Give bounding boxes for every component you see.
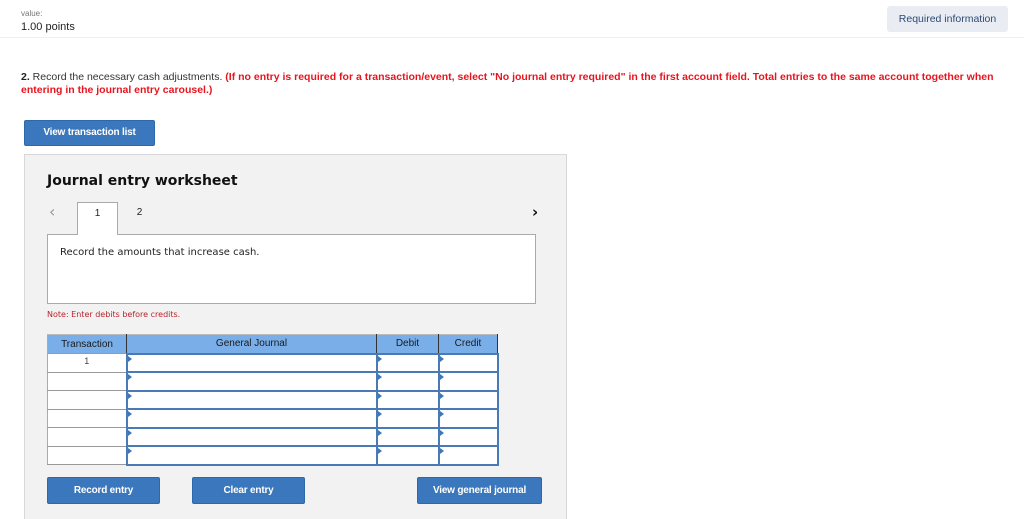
required-information-button[interactable]: Required information [887,6,1008,32]
transaction-cell [47,390,127,410]
chevron-right-icon[interactable]: › [532,203,538,221]
transaction-cell [47,427,127,447]
value-label: value: [21,9,43,18]
debit-field[interactable] [375,389,440,410]
account-field[interactable] [125,426,378,447]
instruction-text: Record the amounts that increase cash. [60,247,260,258]
note-text: Note: Enter debits before credits. [47,310,181,319]
table-row: 1 [47,352,499,373]
credit-field[interactable] [437,408,499,429]
tab-2[interactable]: 2 [119,202,160,235]
debit-field[interactable] [375,445,440,466]
debit-field[interactable] [375,408,440,429]
top-bar: value: 1.00 points Required information [0,0,1024,38]
header-general-journal: General Journal [126,334,377,354]
credit-field[interactable] [437,389,499,410]
account-field[interactable] [125,408,378,429]
credit-field[interactable] [437,445,499,466]
clear-entry-button[interactable]: Clear entry [192,477,305,504]
header-credit: Credit [438,334,498,354]
credit-field[interactable] [437,426,499,447]
debit-field[interactable] [375,371,440,392]
table-row [47,426,499,447]
credit-field[interactable] [437,352,499,373]
table-row [47,408,499,429]
view-general-journal-button[interactable]: View general journal [417,477,542,504]
question-text: 2. Record the necessary cash adjustments… [21,71,1011,97]
question-prompt: Record the necessary cash adjustments. [29,71,226,83]
record-entry-button[interactable]: Record entry [47,477,160,504]
points-value: 1.00 points [21,21,75,33]
transaction-cell: 1 [47,353,127,373]
debit-field[interactable] [375,426,440,447]
header-debit: Debit [376,334,439,354]
tab-1[interactable]: 1 [77,202,118,235]
header-transaction: Transaction [47,334,127,354]
debit-field[interactable] [375,352,440,373]
transaction-cell [47,445,127,465]
table-row [47,445,499,466]
account-field[interactable] [125,445,378,466]
account-field[interactable] [125,389,378,410]
view-transaction-list-button[interactable]: View transaction list [24,120,155,146]
account-field[interactable] [125,371,378,392]
table-row [47,371,499,392]
chevron-left-icon[interactable]: ‹ [49,202,55,221]
account-field[interactable] [125,352,378,373]
transaction-cell [47,371,127,391]
journal-entry-worksheet: Journal entry worksheet ‹ 1 2 › Record t… [24,154,567,519]
table-header-row: Transaction General Journal Debit Credit [47,334,498,354]
question-number: 2. [21,71,30,83]
instruction-box: Record the amounts that increase cash. [47,234,536,304]
journal-table: Transaction General Journal Debit Credit… [47,334,499,466]
transaction-cell [47,408,127,428]
table-row [47,389,499,410]
credit-field[interactable] [437,371,499,392]
worksheet-title: Journal entry worksheet [47,173,238,189]
